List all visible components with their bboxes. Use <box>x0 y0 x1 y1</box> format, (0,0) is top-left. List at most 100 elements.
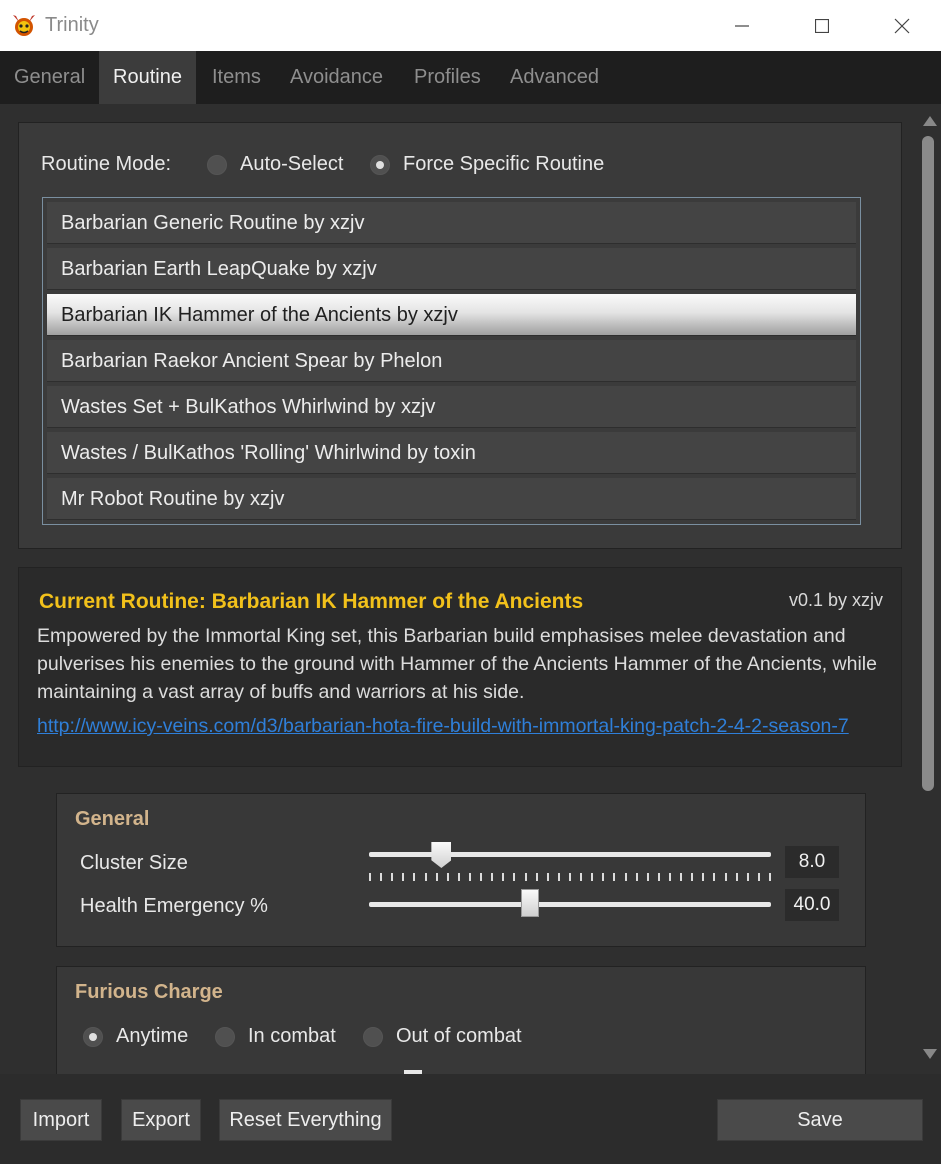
slider-tick <box>713 873 716 881</box>
slider-tick <box>480 873 483 881</box>
routine-list-item[interactable]: Wastes / BulKathos 'Rolling' Whirlwind b… <box>47 432 856 474</box>
minimize-icon <box>735 25 749 27</box>
slider-tick <box>391 873 394 881</box>
routine-version: v0.1 by xzjv <box>788 590 883 610</box>
routine-list-item[interactable]: Barbarian Earth LeapQuake by xzjv <box>47 248 856 290</box>
slider-tick <box>757 873 760 881</box>
routine-guide-link[interactable]: http://www.icy-veins.com/d3/barbarian-ho… <box>37 715 889 738</box>
tab-items[interactable]: Items <box>198 51 275 104</box>
slider-tick <box>469 873 471 881</box>
cluster-size-slider-thumb[interactable] <box>431 842 452 868</box>
tab-general[interactable]: General <box>0 51 99 104</box>
auto-select-label[interactable]: Auto-Select <box>240 153 343 176</box>
scrollbar-thumb[interactable] <box>922 136 934 791</box>
trinity-demon-icon <box>13 15 35 36</box>
export-button[interactable]: Export <box>121 1099 201 1141</box>
slider-tick <box>502 873 505 881</box>
tab-advanced[interactable]: Advanced <box>496 51 613 104</box>
reset-everything-button[interactable]: Reset Everything <box>219 1099 392 1141</box>
slider-tick <box>635 873 638 881</box>
slider-tick <box>669 873 671 881</box>
slider-tick <box>580 873 583 881</box>
slider-tick <box>624 873 627 881</box>
slider-tick <box>657 873 660 881</box>
anytime-label[interactable]: Anytime <box>116 1025 188 1048</box>
tab-bar: General Routine Items Avoidance Profiles… <box>0 51 941 104</box>
routine-mode-label: Routine Mode: <box>41 153 172 175</box>
health-emergency-slider[interactable] <box>369 902 771 907</box>
tab-routine[interactable]: Routine <box>99 51 196 104</box>
slider-tick <box>724 873 727 881</box>
slider-tick <box>613 873 616 881</box>
slider-tick <box>602 873 605 881</box>
slider-tick <box>491 873 494 881</box>
current-routine-title: Current Routine: Barbarian IK Hammer of … <box>39 590 584 613</box>
routine-list[interactable]: Barbarian Generic Routine by xzjv Barbar… <box>42 197 861 525</box>
slider-tick <box>424 873 427 881</box>
health-emergency-label: Health Emergency % <box>80 895 268 917</box>
routine-list-item[interactable]: Mr Robot Routine by xzjv <box>47 478 856 520</box>
cluster-size-value[interactable]: 8.0 <box>785 846 839 878</box>
slider-tick <box>646 873 649 881</box>
group-title-furious-charge: Furious Charge <box>75 981 223 1003</box>
routine-list-item[interactable]: Barbarian Raekor Ancient Spear by Phelon <box>47 340 856 382</box>
routine-list-item-selected[interactable]: Barbarian IK Hammer of the Ancients by x… <box>47 294 856 336</box>
tab-avoidance[interactable]: Avoidance <box>276 51 397 104</box>
slider-tick <box>524 873 527 881</box>
import-button[interactable]: Import <box>20 1099 102 1141</box>
out-of-combat-radio[interactable] <box>363 1027 383 1047</box>
slider-tick <box>513 873 516 881</box>
maximize-button[interactable] <box>802 10 842 42</box>
slider-tick <box>402 873 405 881</box>
minimize-button[interactable] <box>722 10 762 42</box>
health-emergency-slider-thumb[interactable] <box>520 889 539 917</box>
scroll-down-icon[interactable] <box>923 1049 937 1059</box>
out-of-combat-label[interactable]: Out of combat <box>396 1025 522 1048</box>
cluster-size-slider[interactable] <box>369 852 771 857</box>
in-combat-label[interactable]: In combat <box>248 1025 336 1048</box>
bottom-button-bar: Import Export Reset Everything Save <box>0 1074 941 1164</box>
auto-select-radio[interactable] <box>207 155 227 175</box>
slider-tick <box>546 873 549 881</box>
slider-tick <box>535 873 538 881</box>
routine-list-item[interactable]: Barbarian Generic Routine by xzjv <box>47 202 856 244</box>
anytime-radio[interactable] <box>83 1027 103 1047</box>
title-bar: Trinity <box>0 0 941 51</box>
slider-tick <box>413 873 416 881</box>
slider-tick <box>691 873 694 881</box>
routine-description: Empowered by the Immortal King set, this… <box>37 625 877 703</box>
slider-tick <box>735 873 738 881</box>
slider-tick <box>369 873 371 881</box>
slider-tick <box>591 873 594 881</box>
slider-tick <box>680 873 683 881</box>
group-title-general: General <box>75 808 150 830</box>
slider-tick <box>569 873 571 881</box>
current-routine-panel: Current Routine: Barbarian IK Hammer of … <box>18 567 902 767</box>
cluster-size-ticks <box>369 873 771 881</box>
window-title: Trinity <box>45 14 99 36</box>
furious-charge-group: Furious Charge Anytime In combat Out of … <box>56 966 866 1074</box>
slider-tick <box>446 873 449 881</box>
vertical-scrollbar[interactable] <box>917 104 941 1072</box>
slider-tick <box>702 873 705 881</box>
scroll-up-icon[interactable] <box>923 116 937 126</box>
force-specific-radio[interactable] <box>370 155 390 175</box>
slider-tick <box>769 873 771 881</box>
force-specific-label[interactable]: Force Specific Routine <box>403 153 604 176</box>
in-combat-radio[interactable] <box>215 1027 235 1047</box>
general-settings-group: General Cluster Size 8.0 Health Emergenc… <box>56 793 866 947</box>
slider-tick <box>557 873 560 881</box>
routine-list-item[interactable]: Wastes Set + BulKathos Whirlwind by xzjv <box>47 386 856 428</box>
maximize-icon <box>815 19 829 33</box>
cluster-size-label: Cluster Size <box>80 852 188 874</box>
close-button[interactable] <box>882 10 922 42</box>
slider-tick <box>746 873 749 881</box>
routine-selection-panel: Routine Mode: Auto-Select Force Specific… <box>18 122 902 549</box>
slider-tick <box>457 873 460 881</box>
health-emergency-value[interactable]: 40.0 <box>785 889 839 921</box>
tab-profiles[interactable]: Profiles <box>400 51 495 104</box>
close-icon <box>894 18 910 34</box>
slider-tick <box>380 873 383 881</box>
slider-tick <box>435 873 438 881</box>
save-button[interactable]: Save <box>717 1099 923 1141</box>
